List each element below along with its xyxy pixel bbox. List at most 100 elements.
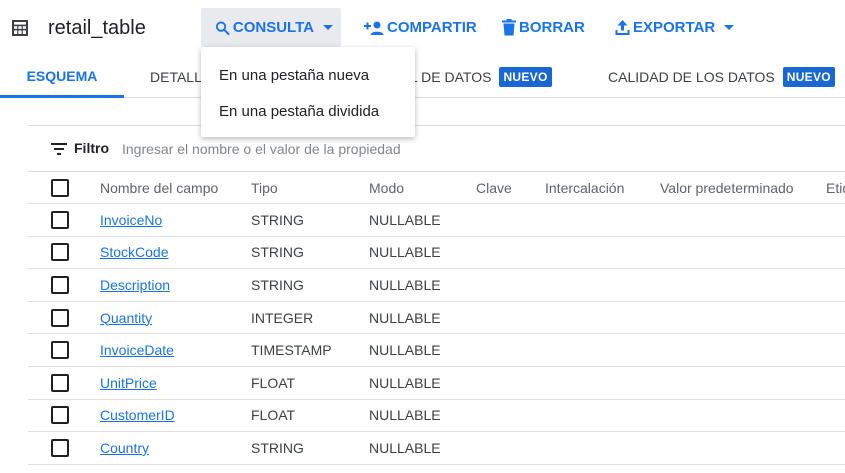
compartir-label: COMPARTIR	[387, 19, 477, 36]
column-header-key[interactable]: Clave	[476, 172, 512, 203]
filter-label: Filtro	[74, 140, 109, 156]
column-header-collation[interactable]: Intercalación	[545, 172, 624, 203]
tab-detalles[interactable]: DETALL	[150, 56, 202, 98]
column-header-tags[interactable]: Etiq	[826, 172, 845, 203]
field-type-cell: TIMESTAMP	[251, 342, 332, 359]
menu-item-new-tab[interactable]: En una pestaña nueva	[201, 57, 415, 93]
table-row: Country STRING NULLABLE	[28, 432, 845, 465]
row-checkbox[interactable]	[51, 406, 69, 425]
field-mode-cell: NULLABLE	[369, 439, 441, 456]
exportar-button[interactable]: EXPORTAR	[607, 8, 742, 47]
filter-input[interactable]	[122, 138, 442, 160]
field-type-cell: STRING	[251, 276, 304, 293]
field-mode-cell: NULLABLE	[369, 211, 441, 228]
table-row: Quantity INTEGER NULLABLE	[28, 302, 845, 335]
field-mode-cell: NULLABLE	[369, 309, 441, 326]
field-type-cell: STRING	[251, 439, 304, 456]
row-checkbox[interactable]	[51, 341, 69, 360]
borrar-label: BORRAR	[519, 19, 585, 36]
row-select-cell	[51, 400, 69, 432]
compartir-button[interactable]: COMPARTIR	[356, 8, 485, 47]
menu-item-split-tab[interactable]: En una pestaña dividida	[201, 93, 415, 129]
field-name-link[interactable]: InvoiceNo	[100, 212, 162, 228]
field-type-cell: INTEGER	[251, 309, 314, 326]
column-header-type[interactable]: Tipo	[251, 172, 278, 203]
trash-icon	[502, 19, 516, 36]
field-name-cell: Quantity	[100, 302, 152, 334]
table-header-row: Nombre del campo Tipo Modo Clave Interca…	[28, 172, 845, 204]
row-select-cell	[51, 432, 69, 464]
row-select-cell	[51, 204, 69, 236]
tab-esquema[interactable]: ESQUEMA	[0, 56, 124, 98]
search-icon	[215, 20, 230, 35]
select-all-checkbox[interactable]	[51, 178, 69, 197]
row-checkbox[interactable]	[51, 243, 69, 262]
field-name-link[interactable]: StockCode	[100, 244, 168, 260]
new-badge: NUEVO	[782, 67, 835, 87]
table-row: InvoiceNo STRING NULLABLE	[28, 204, 845, 237]
table-row: InvoiceDate TIMESTAMP NULLABLE	[28, 334, 845, 367]
upload-icon	[615, 19, 630, 35]
field-type-cell: STRING	[251, 244, 304, 261]
field-name-link[interactable]: Description	[100, 277, 170, 293]
toolbar: retail_table CONSULTA COMPARTIR BORRAR E…	[0, 0, 845, 56]
schema-panel: Filtro Nombre del campo Tipo Modo Clave …	[28, 125, 845, 473]
field-name-cell: StockCode	[100, 237, 168, 269]
column-header-default[interactable]: Valor predeterminado	[660, 172, 794, 203]
filter-icon	[51, 143, 67, 155]
field-mode-cell: NULLABLE	[369, 374, 441, 391]
field-type-cell: FLOAT	[251, 407, 296, 424]
select-all-cell	[51, 172, 69, 203]
tab-linaje-label: L DE DATOS	[410, 69, 492, 85]
tab-linaje[interactable]: L DE DATOS NUEVO	[410, 56, 552, 98]
field-name-link[interactable]: CustomerID	[100, 407, 175, 423]
table-row: UnitPrice FLOAT NULLABLE	[28, 367, 845, 400]
field-mode-cell: NULLABLE	[369, 244, 441, 261]
field-mode-cell: NULLABLE	[369, 407, 441, 424]
column-header-name[interactable]: Nombre del campo	[100, 172, 218, 203]
row-checkbox[interactable]	[51, 275, 69, 294]
tab-calidad-label: CALIDAD DE LOS DATOS	[608, 69, 775, 85]
page-title: retail_table	[48, 17, 146, 39]
row-checkbox[interactable]	[51, 210, 69, 229]
table-icon	[12, 20, 28, 36]
field-name-cell: Description	[100, 269, 170, 301]
table-row: Description STRING NULLABLE	[28, 269, 845, 302]
field-type-cell: FLOAT	[251, 374, 296, 391]
field-type-cell: STRING	[251, 211, 304, 228]
person-add-icon	[364, 21, 384, 35]
table-row: StockCode STRING NULLABLE	[28, 237, 845, 270]
chevron-down-icon	[724, 25, 735, 30]
consulta-menu: En una pestaña nueva En una pestaña divi…	[201, 47, 415, 137]
consulta-label: CONSULTA	[232, 19, 314, 36]
row-select-cell	[51, 269, 69, 301]
field-name-link[interactable]: Quantity	[100, 310, 152, 326]
field-name-link[interactable]: InvoiceDate	[100, 342, 174, 358]
row-checkbox[interactable]	[51, 438, 69, 457]
borrar-button[interactable]: BORRAR	[494, 8, 593, 47]
filter-bar: Filtro	[28, 126, 845, 172]
tab-calidad[interactable]: CALIDAD DE LOS DATOS NUEVO	[608, 56, 835, 98]
row-checkbox[interactable]	[51, 373, 69, 392]
field-name-cell: InvoiceNo	[100, 204, 162, 236]
field-name-cell: UnitPrice	[100, 367, 157, 399]
field-name-link[interactable]: UnitPrice	[100, 375, 157, 391]
row-select-cell	[51, 302, 69, 334]
field-name-cell: Country	[100, 432, 149, 464]
field-mode-cell: NULLABLE	[369, 342, 441, 359]
field-mode-cell: NULLABLE	[369, 276, 441, 293]
row-select-cell	[51, 367, 69, 399]
field-name-link[interactable]: Country	[100, 440, 149, 456]
exportar-label: EXPORTAR	[633, 19, 716, 36]
field-name-cell: InvoiceDate	[100, 334, 174, 366]
tab-bar: ESQUEMA DETALL L DE DATOS NUEVO CALIDAD …	[0, 56, 845, 98]
table-row: CustomerID FLOAT NULLABLE	[28, 400, 845, 433]
column-header-mode[interactable]: Modo	[369, 172, 404, 203]
row-select-cell	[51, 237, 69, 269]
row-checkbox[interactable]	[51, 308, 69, 327]
chevron-down-icon	[323, 25, 333, 30]
new-badge: NUEVO	[499, 67, 552, 87]
consulta-button[interactable]: CONSULTA	[201, 8, 341, 47]
field-name-cell: CustomerID	[100, 400, 175, 432]
schema-table: Nombre del campo Tipo Modo Clave Interca…	[28, 172, 845, 465]
